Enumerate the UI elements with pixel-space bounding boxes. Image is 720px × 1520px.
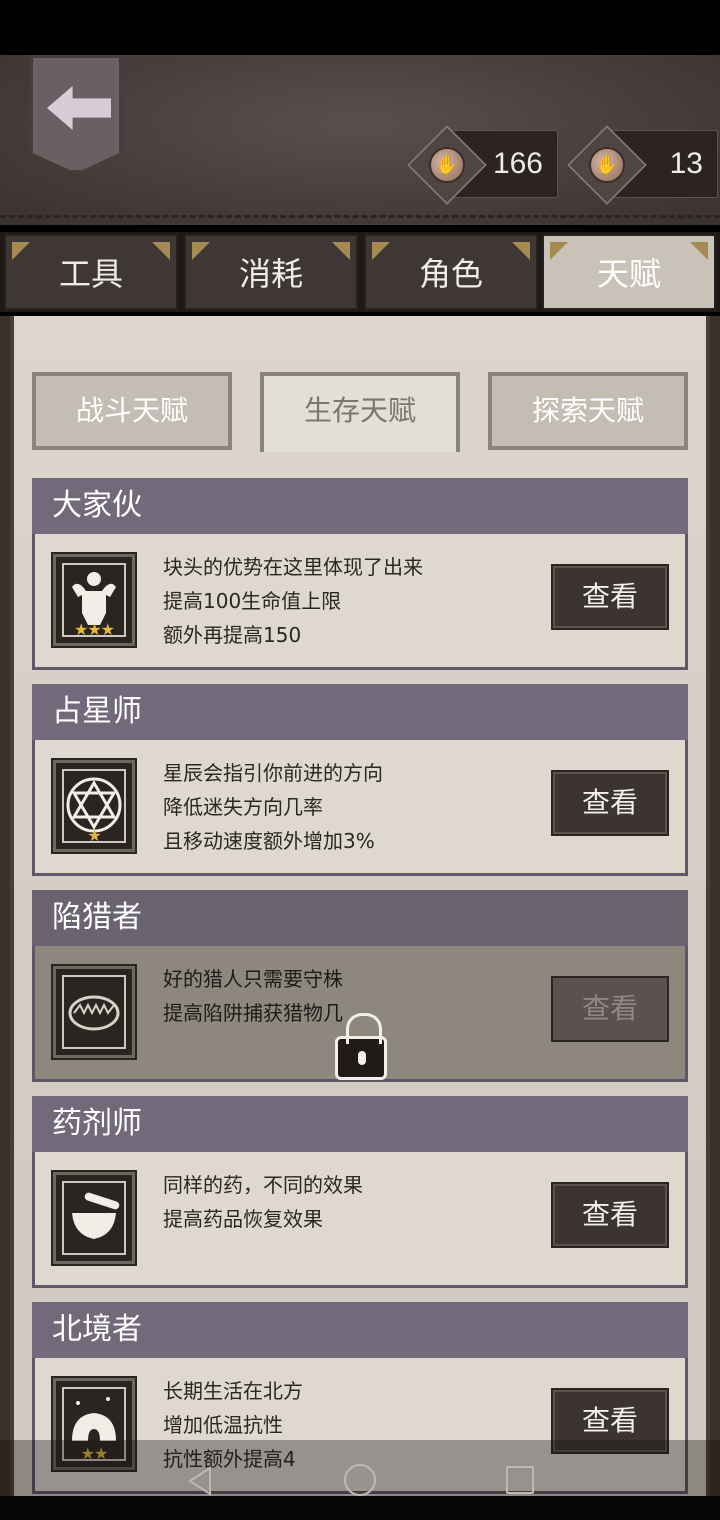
talent-body: 同样的药，不同的效果 提高药品恢复效果 查看 (32, 1152, 688, 1288)
tab-label: 角色 (418, 255, 483, 293)
category-tabs: 工具 消耗 角色 天赋 (0, 232, 720, 312)
tab-tools[interactable]: 工具 (4, 234, 178, 310)
back-button[interactable] (30, 55, 122, 173)
frame-border-left (0, 316, 10, 1496)
currency-value: 166 (492, 147, 543, 180)
view-button[interactable]: 查看 (551, 564, 669, 630)
status-bar (0, 0, 720, 55)
subtab-combat[interactable]: 战斗天赋 (32, 372, 232, 450)
talent-name: 药剂师 (32, 1096, 688, 1152)
tab-label: 天赋 (596, 255, 661, 293)
tab-consumables[interactable]: 消耗 (184, 234, 358, 310)
frame-border-right (710, 316, 720, 1496)
nav-recents-icon[interactable] (506, 1466, 534, 1494)
tab-label: 工具 (58, 255, 123, 293)
subtab-label: 战斗天赋 (75, 394, 188, 427)
talent-name: 陷猎者 (32, 890, 688, 946)
bear-trap-icon (51, 964, 137, 1060)
subtab-label: 探索天赋 (531, 394, 644, 427)
view-button[interactable]: 查看 (551, 1182, 669, 1248)
talent-description: 块头的优势在这里体现了出来 提高100生命值上限 额外再提高150 (163, 555, 423, 647)
view-button: 查看 (551, 976, 669, 1042)
subtab-exploration[interactable]: 探索天赋 (488, 372, 688, 450)
tab-talents[interactable]: 天赋 (542, 234, 716, 310)
talent-name: 占星师 (32, 684, 688, 740)
rank-stars: ★ (87, 826, 101, 845)
nav-home-icon[interactable] (344, 1464, 376, 1496)
coin-icon: ✋ (589, 147, 625, 183)
talent-body: ★ 星辰会指引你前进的方向 降低迷失方向几率 且移动速度额外增加3% 查看 (32, 740, 688, 876)
tab-label: 消耗 (238, 255, 303, 293)
talent-description: 星辰会指引你前进的方向 降低迷失方向几率 且移动速度额外增加3% (163, 761, 383, 853)
hexagram-icon: ★ (51, 758, 137, 854)
tab-character[interactable]: 角色 (364, 234, 538, 310)
back-arrow-icon (47, 86, 111, 130)
talent-body: ★★★ 块头的优势在这里体现了出来 提高100生命值上限 额外再提高150 查看 (32, 534, 688, 670)
currency-counter-2: ✋ 13 (567, 125, 718, 205)
lock-icon (335, 1013, 387, 1080)
talent-name: 大家伙 (32, 478, 688, 534)
talent-description: 同样的药，不同的效果 提高药品恢复效果 (163, 1173, 363, 1231)
view-button[interactable]: 查看 (551, 770, 669, 836)
mortar-pestle-icon (51, 1170, 137, 1266)
rank-stars: ★★★ (73, 620, 115, 639)
talent-body: 好的猎人只需要守株 提高陷阱捕获猎物几 查看 (32, 946, 688, 1082)
talent-name: 北境者 (32, 1302, 688, 1358)
currency-counter-1: ✋ 166 (407, 125, 558, 205)
coin-icon: ✋ (429, 147, 465, 183)
nav-back-icon[interactable] (186, 1466, 214, 1496)
subtab-survival[interactable]: 生存天赋 (260, 372, 460, 452)
stitch-divider (0, 215, 720, 218)
subtab-label: 生存天赋 (303, 394, 416, 427)
currency-value: 13 (669, 147, 703, 180)
muscle-man-icon: ★★★ (51, 552, 137, 648)
